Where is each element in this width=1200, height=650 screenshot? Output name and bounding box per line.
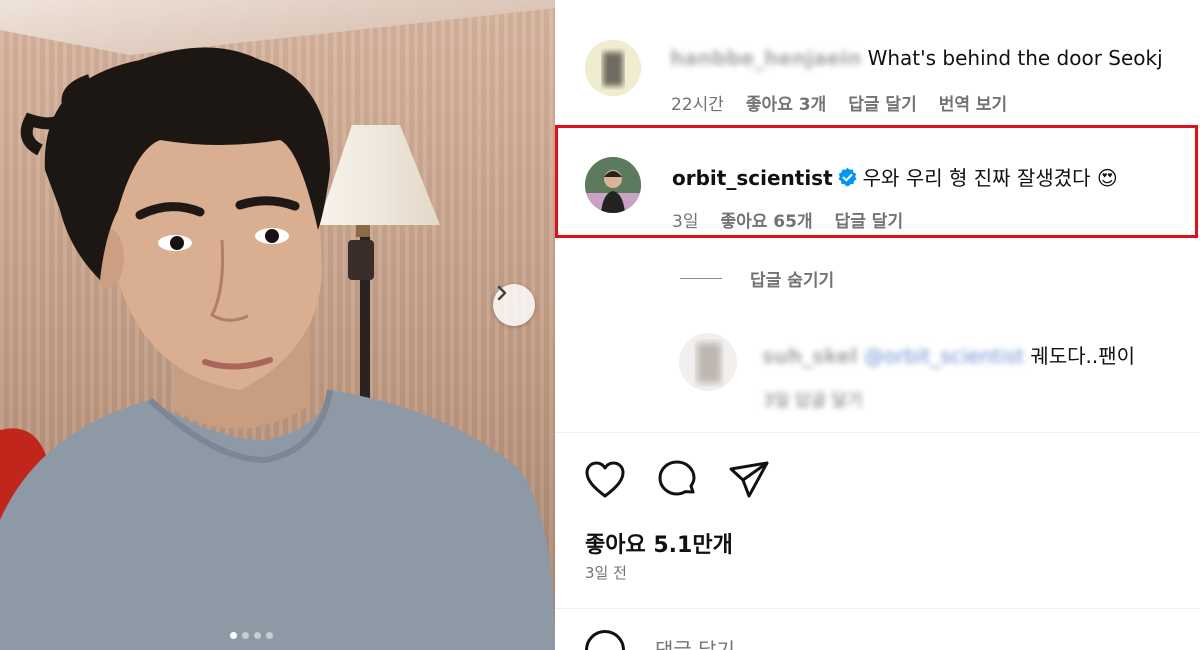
post-date: 3일 전 (585, 564, 627, 582)
divider (555, 432, 1200, 433)
comment-input[interactable] (655, 638, 1055, 650)
carousel-dot (230, 632, 237, 639)
comment-time: 3일 (672, 212, 699, 232)
carousel-dot (242, 632, 249, 639)
carousel-indicator (230, 632, 273, 639)
photo-shirt (0, 390, 555, 650)
post-likes[interactable]: 좋아요 5.1만개 (585, 527, 733, 559)
like-button[interactable] (583, 458, 627, 502)
comment-avatar[interactable] (585, 157, 641, 213)
chevron-right-icon (497, 285, 507, 301)
hide-replies-button[interactable]: 답글 숨기기 (680, 266, 834, 291)
emoji-icon[interactable] (585, 630, 625, 650)
comment-button[interactable] (655, 458, 699, 502)
divider-line (680, 278, 722, 279)
reply-username[interactable]: suh_skel (762, 344, 857, 368)
reply-button[interactable]: 답글 달기 (848, 90, 916, 115)
carousel-dot (266, 632, 273, 639)
comments-panel: hanbbe_henjaein What's behind the door S… (555, 0, 1200, 650)
comment-meta: 22시간 좋아요 3개 답글 달기 번역 보기 (671, 90, 1029, 115)
carousel-dot (254, 632, 261, 639)
share-icon (729, 461, 769, 498)
comment-body: What's behind the door Seokj (867, 46, 1163, 70)
photo-scene (0, 47, 555, 650)
translate-button[interactable]: 번역 보기 (939, 90, 1007, 115)
comment-username[interactable]: orbit_scientist (672, 166, 833, 190)
photo-lamp (318, 125, 440, 398)
comment-time: 22시간 (671, 95, 724, 115)
heart-icon (585, 461, 625, 498)
share-button[interactable] (727, 458, 771, 502)
reply-avatar[interactable] (679, 333, 737, 391)
verified-icon (838, 167, 857, 187)
reply-comment: suh_skel @orbit_scientist 궤도다..팬이 (762, 340, 1135, 369)
comment-likes[interactable]: 좋아요 65개 (720, 207, 812, 232)
divider (555, 608, 1200, 609)
post-photo (0, 0, 555, 650)
comment-meta: 3일 좋아요 65개 답글 달기 (672, 207, 925, 232)
hide-replies-label: 답글 숨기기 (750, 271, 835, 291)
comment-avatar[interactable] (585, 40, 641, 96)
comment-icon (658, 460, 696, 496)
comment-body: 우와 우리 형 진짜 잘생겼다 (862, 166, 1091, 190)
comment-2: orbit_scientist 우와 우리 형 진짜 잘생겼다 😍 (672, 162, 1118, 191)
comment-emoji: 😍 (1096, 166, 1118, 190)
comment-1: hanbbe_henjaein What's behind the door S… (670, 46, 1163, 70)
comment-likes[interactable]: 좋아요 3개 (746, 90, 826, 115)
reply-meta: 3일 답글 달기 (763, 386, 885, 411)
reply-button[interactable]: 답글 달기 (835, 207, 903, 232)
reply-body: 궤도다..팬이 (1030, 344, 1136, 368)
reply-mention[interactable]: @orbit_scientist (864, 344, 1024, 368)
reply-meta-text: 3일 답글 달기 (763, 391, 863, 411)
post-actions (583, 458, 771, 502)
comment-username[interactable]: hanbbe_henjaein (670, 46, 861, 70)
carousel-next-button[interactable] (493, 284, 535, 326)
add-comment-bar (585, 630, 1055, 650)
